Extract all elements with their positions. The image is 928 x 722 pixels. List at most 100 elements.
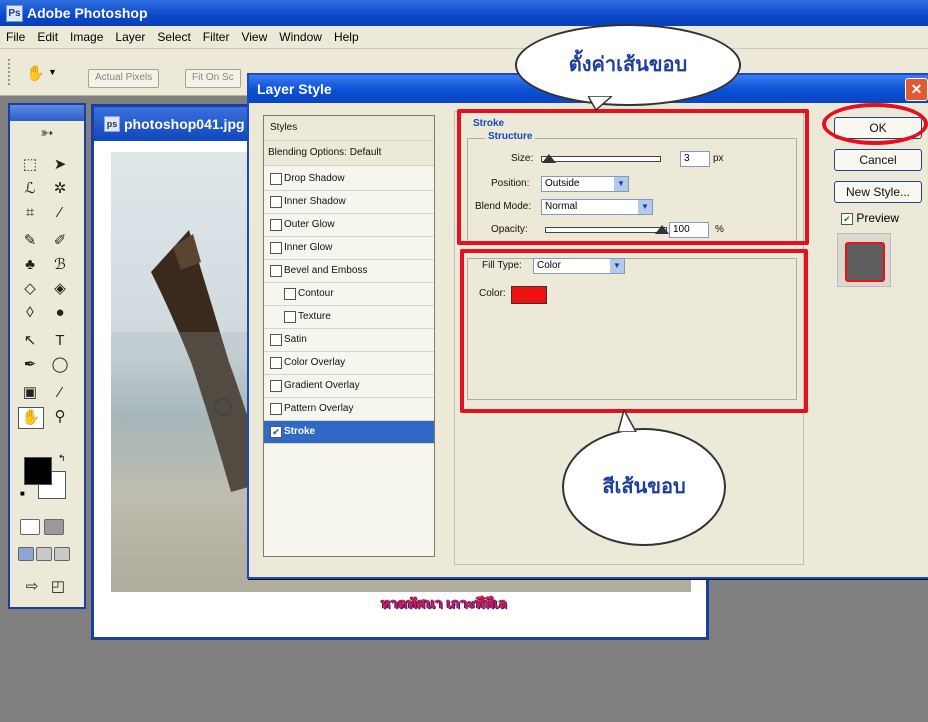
swap-colors-icon[interactable]: ↰ [58, 453, 66, 464]
style-item-contour[interactable]: Contour [264, 283, 434, 306]
style-item-texture[interactable]: Texture [264, 306, 434, 329]
style-item-label: Outer Glow [284, 219, 335, 230]
quick-mask-mode-icon[interactable] [44, 519, 64, 535]
texture-checkbox[interactable] [284, 311, 296, 323]
style-item-drop-shadow[interactable]: Drop Shadow [264, 168, 434, 191]
options-bar-grip[interactable] [8, 59, 14, 85]
type-tool-icon[interactable]: T [48, 331, 72, 351]
preview-swatch [845, 242, 885, 282]
crop-tool-icon[interactable]: ⌗ [18, 203, 42, 223]
menu-view[interactable]: View [235, 26, 273, 48]
bubble-bottom-tail [617, 410, 637, 432]
stroke-checkbox[interactable]: ✔ [270, 426, 282, 438]
hand-tool-icon[interactable]: ✋ [18, 407, 44, 429]
dialog-title: Layer Style [257, 81, 332, 97]
style-item-label: Bevel and Emboss [284, 265, 368, 276]
cancel-button[interactable]: Cancel [834, 149, 922, 171]
menu-select[interactable]: Select [151, 26, 196, 48]
app-title-bar: Ps Adobe Photoshop [0, 0, 928, 26]
bubble-bottom-text: สีเส้นขอบ [602, 476, 686, 498]
imageready-icon[interactable]: ◰ [46, 577, 70, 597]
style-item-label: Contour [298, 288, 334, 299]
foreground-color-swatch[interactable] [24, 457, 52, 485]
notes-tool-icon[interactable]: ▣ [18, 383, 42, 403]
blending-options-item[interactable]: Blending Options: Default [264, 141, 434, 166]
lasso-tool-icon[interactable]: ℒ [18, 179, 42, 199]
standard-mode-icon[interactable] [20, 519, 40, 535]
blending-options-label: Blending Options: Default [268, 147, 382, 158]
eyedropper-tool-icon[interactable]: ⁄ [48, 383, 72, 403]
jump-to-imageready-icon[interactable]: ⇨ [20, 577, 44, 597]
menu-help[interactable]: Help [328, 26, 365, 48]
photo-caption: หาดทัศนา เกาะพีพีเล [380, 595, 508, 611]
style-item-label: Drop Shadow [284, 173, 345, 184]
menu-image[interactable]: Image [64, 26, 109, 48]
shape-tool-icon[interactable]: ◯ [48, 355, 72, 375]
clone-stamp-tool-icon[interactable]: ♣ [18, 255, 42, 275]
dodge-tool-icon[interactable]: ● [48, 303, 72, 323]
toolbox: ➳ ⬚ ➤ ℒ ✲ ⌗ ⁄ ✎ ✐ ♣ ℬ ◇ ◈ ◊ ● ↖ T ✒ ◯ ▣ … [8, 103, 86, 609]
feather-logo-icon[interactable]: ➳ [18, 123, 76, 145]
pen-tool-icon[interactable]: ✒ [18, 355, 42, 375]
slice-tool-icon[interactable]: ⁄ [48, 203, 72, 223]
style-item-outer-glow[interactable]: Outer Glow [264, 214, 434, 237]
preview-label: Preview [856, 211, 900, 225]
full-screen-mode-icon[interactable] [54, 547, 70, 561]
path-selection-tool-icon[interactable]: ↖ [18, 331, 42, 351]
menu-file[interactable]: File [0, 26, 31, 48]
history-brush-tool-icon[interactable]: ℬ [48, 255, 72, 275]
fit-on-screen-button[interactable]: Fit On Sc [185, 69, 241, 88]
outer-glow-checkbox[interactable] [270, 219, 282, 231]
actual-pixels-button[interactable]: Actual Pixels [88, 69, 160, 88]
document-icon: ps [104, 116, 120, 132]
standard-screen-mode-icon[interactable] [18, 547, 34, 561]
new-style-button[interactable]: New Style... [834, 181, 922, 203]
hand-tool-icon[interactable]: ✋ [26, 65, 45, 83]
styles-list: Styles Blending Options: Default Drop Sh… [263, 115, 435, 557]
default-colors-icon[interactable]: ■ [20, 489, 25, 498]
style-item-gradient-overlay[interactable]: Gradient Overlay [264, 375, 434, 398]
gradient-overlay-checkbox[interactable] [270, 380, 282, 392]
toolbox-header[interactable] [10, 105, 84, 121]
zoom-tool-icon[interactable]: ⚲ [48, 407, 72, 427]
menu-bar: File Edit Image Layer Select Filter View Window… [0, 26, 928, 49]
styles-header-label: Styles [270, 122, 298, 133]
color-speech-bubble: สีเส้นขอบ [562, 428, 726, 546]
inner-shadow-checkbox[interactable] [270, 196, 282, 208]
blur-tool-icon[interactable]: ◊ [18, 303, 42, 323]
style-item-inner-glow[interactable]: Inner Glow [264, 237, 434, 260]
style-item-satin[interactable]: Satin [264, 329, 434, 352]
app-title: Adobe Photoshop [27, 5, 148, 21]
style-item-color-overlay[interactable]: Color Overlay [264, 352, 434, 375]
contour-checkbox[interactable] [284, 288, 296, 300]
menu-edit[interactable]: Edit [31, 26, 64, 48]
preview-checkbox-row[interactable]: ✔ Preview [841, 211, 899, 225]
menu-layer[interactable]: Layer [109, 26, 151, 48]
full-screen-menu-mode-icon[interactable] [36, 547, 52, 561]
menu-window[interactable]: Window [273, 26, 328, 48]
eraser-tool-icon[interactable]: ◇ [18, 279, 42, 299]
style-item-inner-shadow[interactable]: Inner Shadow [264, 191, 434, 214]
style-item-bevel-and-emboss[interactable]: Bevel and Emboss [264, 260, 434, 283]
drop-shadow-checkbox[interactable] [270, 173, 282, 185]
brush-tool-icon[interactable]: ✐ [48, 231, 72, 251]
move-tool-icon[interactable]: ➤ [48, 155, 72, 175]
marquee-tool-icon[interactable]: ⬚ [18, 155, 42, 175]
inner-glow-checkbox[interactable] [270, 242, 282, 254]
style-item-label: Inner Glow [284, 242, 333, 253]
satin-checkbox[interactable] [270, 334, 282, 346]
bevel-and-emboss-checkbox[interactable] [270, 265, 282, 277]
menu-filter[interactable]: Filter [197, 26, 236, 48]
healing-brush-tool-icon[interactable]: ✎ [18, 231, 42, 251]
paint-bucket-tool-icon[interactable]: ◈ [48, 279, 72, 299]
preview-checkbox[interactable]: ✔ [841, 213, 853, 225]
style-item-stroke[interactable]: ✔ Stroke [264, 421, 434, 444]
pattern-overlay-checkbox[interactable] [270, 403, 282, 415]
magic-wand-tool-icon[interactable]: ✲ [48, 179, 72, 199]
color-overlay-checkbox[interactable] [270, 357, 282, 369]
style-item-pattern-overlay[interactable]: Pattern Overlay [264, 398, 434, 421]
tool-preset-chevron-down-icon[interactable]: ▼ [48, 67, 57, 77]
preview-thumbnail [837, 233, 891, 287]
close-icon[interactable]: ✕ [905, 78, 928, 101]
styles-header[interactable]: Styles [264, 116, 434, 141]
